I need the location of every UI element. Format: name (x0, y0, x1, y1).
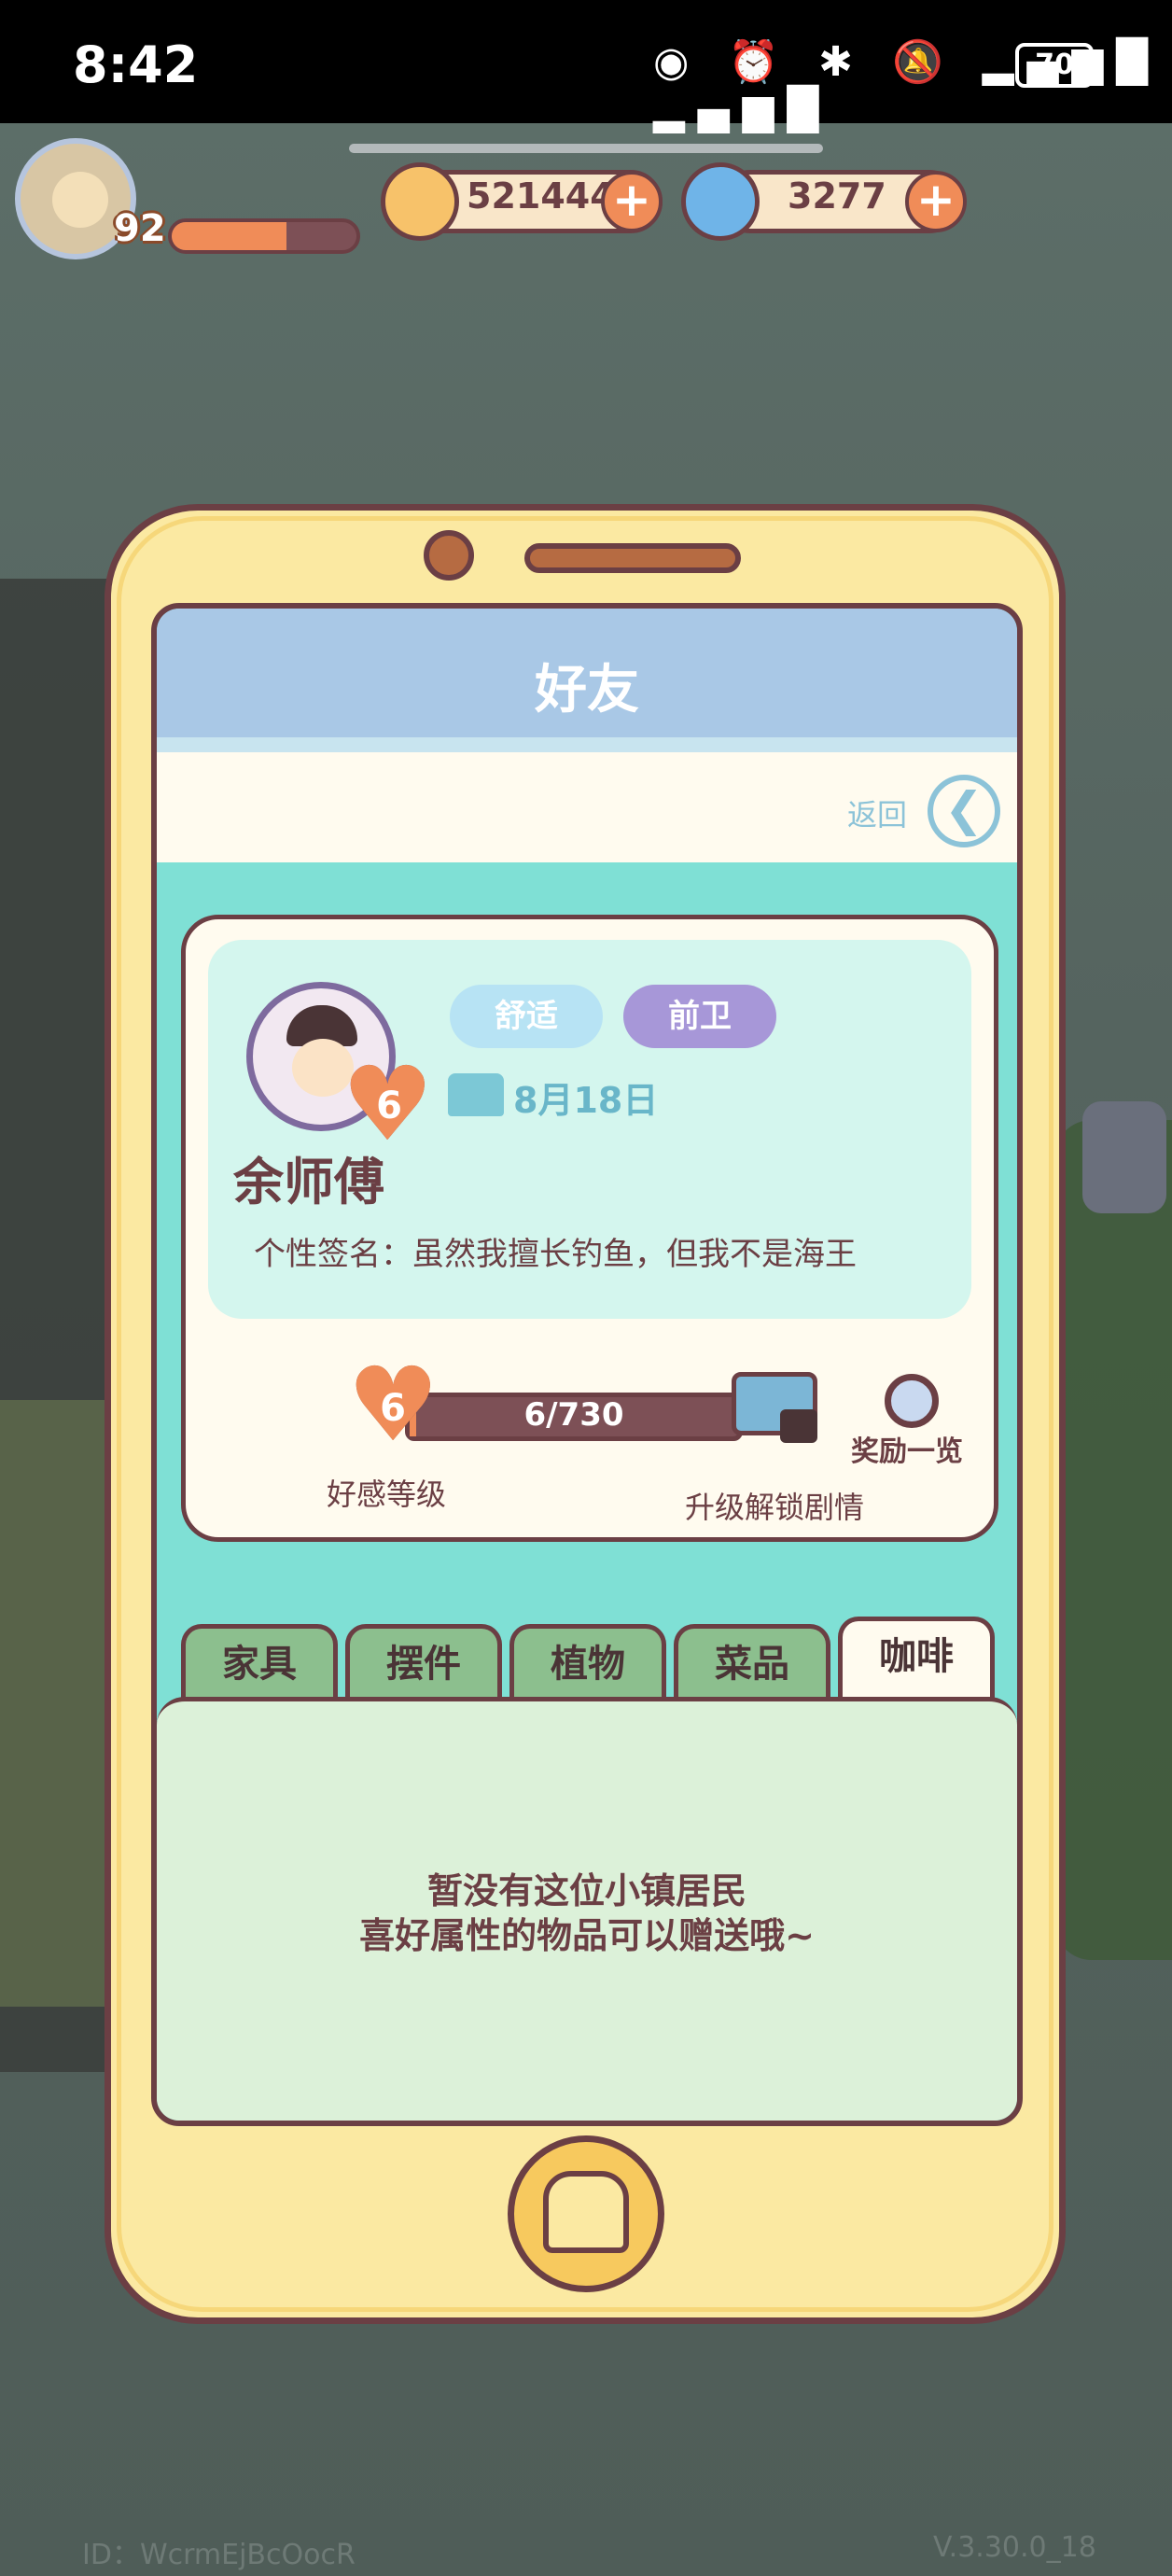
npc-name: 余师傅 (233, 1153, 384, 1211)
background-tree (1054, 1120, 1172, 1960)
xp-bar-fill (172, 222, 286, 250)
back-button[interactable]: ❮ (928, 775, 1000, 847)
gem-icon (681, 162, 760, 241)
page-title: 好友 (535, 660, 639, 721)
affection-level-label: 好感等级 (327, 1477, 447, 1512)
affection-level: 6 (380, 1387, 406, 1430)
player-id: ID：WcrmEjBcOocR (82, 2539, 356, 2571)
version-label: V.3.30.0_18 (933, 2531, 1096, 2564)
back-label[interactable]: 返回 (847, 791, 907, 834)
header-stripe (157, 737, 1017, 752)
coin-icon (381, 162, 459, 241)
xp-bar (168, 218, 360, 254)
player-level: 92 (114, 207, 166, 250)
magnifier-icon[interactable] (885, 1374, 939, 1428)
unlock-story-label: 升级解锁剧情 (685, 1490, 865, 1525)
tab-coffee[interactable]: 咖啡 (838, 1617, 995, 1701)
tag-comfort: 舒适 (450, 985, 603, 1048)
drag-handle (349, 144, 823, 153)
lock-icon (780, 1409, 817, 1443)
clock: 8:42 (73, 35, 199, 94)
npc-heart-level: 6 (376, 1085, 402, 1127)
tab-plants[interactable]: 植物 (509, 1624, 666, 1701)
phone-speaker (524, 543, 741, 573)
affection-progress: 6/730 (523, 1396, 624, 1434)
coin-value: 521444 (467, 175, 615, 217)
reward-overview-button[interactable]: 奖励一览 (851, 1428, 963, 1469)
status-icons: ◉ ⏰ ✱ 🔕 ▂▄▆█ ▂▄▆█ (653, 38, 1162, 133)
cake-icon (448, 1073, 504, 1116)
empty-message: 暂没有这位小镇居民 喜好属性的物品可以赠送哦~ (157, 1869, 1017, 1958)
npc-birthday: 8月18日 (513, 1080, 659, 1121)
dog-avatar-icon (52, 172, 108, 228)
tab-ornaments[interactable]: 摆件 (345, 1624, 502, 1701)
phone-camera (424, 530, 474, 581)
tag-avant: 前卫 (623, 985, 776, 1048)
npc-signature: 个性签名：虽然我擅长钓鱼，但我不是海王 (254, 1236, 857, 1273)
friend-screen: 好友 返回 ❮ ♥ 6 舒适 前卫 8月18日 余师傅 个性签名：虽然我擅长钓鱼… (151, 603, 1023, 2126)
status-bar: 8:42 ◉ ⏰ ✱ 🔕 ▂▄▆█ ▂▄▆█ 70 (0, 0, 1172, 133)
add-gems-button[interactable]: + (905, 171, 967, 232)
add-coins-button[interactable]: + (601, 171, 663, 232)
gem-value: 3277 (788, 175, 886, 217)
tab-dishes[interactable]: 菜品 (674, 1624, 830, 1701)
empty-message-line2: 喜好属性的物品可以赠送哦~ (359, 1915, 815, 1956)
battery-icon: 70 (1015, 43, 1094, 88)
bread-icon (543, 2171, 629, 2253)
tab-furniture[interactable]: 家具 (181, 1624, 338, 1701)
empty-message-line1: 暂没有这位小镇居民 (426, 1870, 746, 1911)
background-pot (1082, 1101, 1166, 1213)
